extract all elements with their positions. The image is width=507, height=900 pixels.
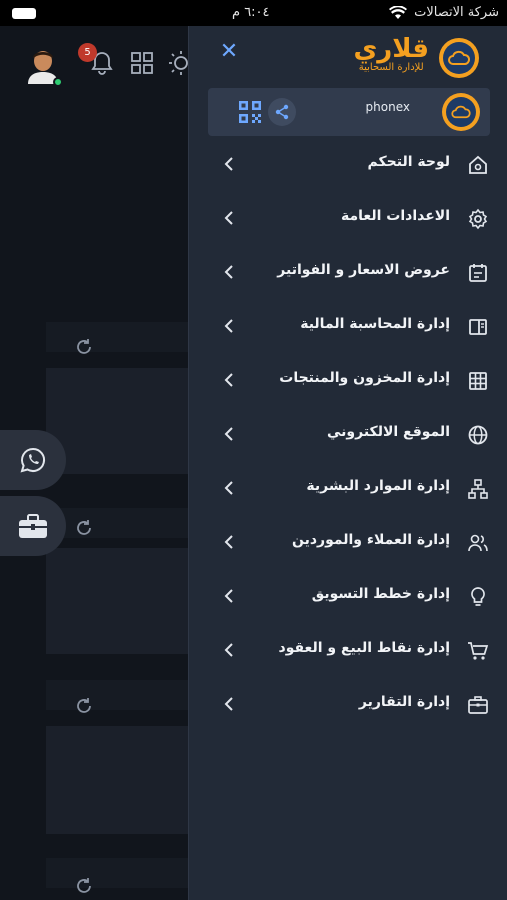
menu-item-label: إدارة نقاط البيع و العقود — [278, 640, 450, 656]
battery-icon — [12, 8, 36, 19]
home-icon — [466, 153, 490, 177]
refresh-icon[interactable] — [74, 696, 94, 716]
menu-item-website[interactable]: الموقع الالكتروني — [189, 408, 507, 462]
notification-badge: 5 — [78, 43, 97, 62]
share-button[interactable] — [268, 98, 296, 126]
card-header — [46, 858, 188, 888]
dashboard-card — [46, 368, 188, 474]
drawer-menu: لوحة التحكم الاعدادات العامة عروض الاسعا… — [189, 138, 507, 732]
card-header — [46, 322, 188, 352]
menu-item-pos-contracts[interactable]: إدارة نقاط البيع و العقود — [189, 624, 507, 678]
carrier-name: شركة الاتصالات — [414, 5, 499, 20]
menu-item-dashboard[interactable]: لوحة التحكم — [189, 138, 507, 192]
menu-item-label: إدارة التقارير — [358, 694, 450, 710]
whatsapp-icon — [19, 446, 47, 474]
menu-item-label: إدارة الموارد البشرية — [306, 478, 450, 494]
account-username: phonex — [365, 100, 410, 114]
account-bar[interactable]: phonex — [208, 88, 490, 136]
online-status-dot — [53, 77, 63, 87]
toolbox-icon — [17, 512, 49, 540]
menu-item-label: إدارة المخزون والمنتجات — [279, 370, 450, 386]
calendar-icon — [466, 261, 490, 285]
brand-tagline: للإدارة السحابية — [358, 62, 424, 73]
close-drawer-button[interactable]: ✕ — [217, 40, 241, 64]
dashboard-card — [46, 548, 188, 654]
menu-item-label: الموقع الالكتروني — [327, 424, 450, 440]
chevron-left-icon — [223, 371, 235, 389]
cart-icon — [466, 639, 490, 663]
chevron-left-icon — [223, 695, 235, 713]
chevron-left-icon — [223, 263, 235, 281]
refresh-icon[interactable] — [74, 337, 94, 357]
whatsapp-button[interactable] — [0, 430, 66, 490]
briefcase-button[interactable] — [0, 496, 66, 556]
card-header — [46, 680, 188, 710]
lightbulb-icon — [466, 585, 490, 609]
chevron-left-icon — [223, 533, 235, 551]
menu-item-general-settings[interactable]: الاعدادات العامة — [189, 192, 507, 246]
menu-item-inventory[interactable]: إدارة المخزون والمنتجات — [189, 354, 507, 408]
menu-item-label: عروض الاسعار و الفواتير — [277, 262, 450, 278]
chevron-left-icon — [223, 641, 235, 659]
status-time: ٦:٠٤ م — [232, 5, 270, 20]
menu-item-label: إدارة خطط التسويق — [311, 586, 450, 602]
qr-code-icon[interactable] — [238, 100, 262, 124]
briefcase-icon — [466, 693, 490, 717]
menu-item-accounting[interactable]: إدارة المحاسبة المالية — [189, 300, 507, 354]
apps-grid-icon[interactable] — [130, 51, 154, 75]
chevron-left-icon — [223, 209, 235, 227]
brand-name: قلاري — [353, 34, 429, 64]
menu-item-customers-suppliers[interactable]: إدارة العملاء والموردين — [189, 516, 507, 570]
menu-item-label: لوحة التحكم — [367, 154, 450, 170]
chevron-left-icon — [223, 587, 235, 605]
chevron-left-icon — [223, 425, 235, 443]
share-icon — [274, 104, 290, 120]
wifi-icon — [389, 6, 407, 20]
menu-item-quotes-invoices[interactable]: عروض الاسعار و الفواتير — [189, 246, 507, 300]
chevron-left-icon — [223, 479, 235, 497]
chevron-left-icon — [223, 155, 235, 173]
card-header — [46, 508, 188, 538]
navigation-drawer: ✕ قلاري للإدارة السحابية phonex لوحة الت… — [188, 26, 507, 900]
book-icon — [466, 315, 490, 339]
menu-item-label: الاعدادات العامة — [341, 208, 450, 224]
globe-icon — [466, 423, 490, 447]
menu-item-hr[interactable]: إدارة الموارد البشرية — [189, 462, 507, 516]
brand-wordmark: قلاري للإدارة السحابية — [353, 34, 429, 73]
menu-item-label: إدارة العملاء والموردين — [291, 532, 450, 548]
dashboard-card — [46, 726, 188, 834]
account-logo-icon — [442, 93, 480, 131]
menu-item-reports[interactable]: إدارة التقارير — [189, 678, 507, 732]
menu-item-marketing[interactable]: إدارة خطط التسويق — [189, 570, 507, 624]
menu-item-label: إدارة المحاسبة المالية — [300, 316, 450, 332]
refresh-icon[interactable] — [74, 518, 94, 538]
users-icon — [466, 531, 490, 555]
chevron-left-icon — [223, 317, 235, 335]
brand-logo-icon — [439, 38, 479, 78]
table-icon — [466, 369, 490, 393]
status-bar: ٦:٠٤ م شركة الاتصالات — [0, 0, 507, 26]
org-chart-icon — [466, 477, 490, 501]
gear-icon — [466, 207, 490, 231]
refresh-icon[interactable] — [74, 876, 94, 896]
theme-toggle-sun-icon[interactable] — [168, 50, 188, 76]
